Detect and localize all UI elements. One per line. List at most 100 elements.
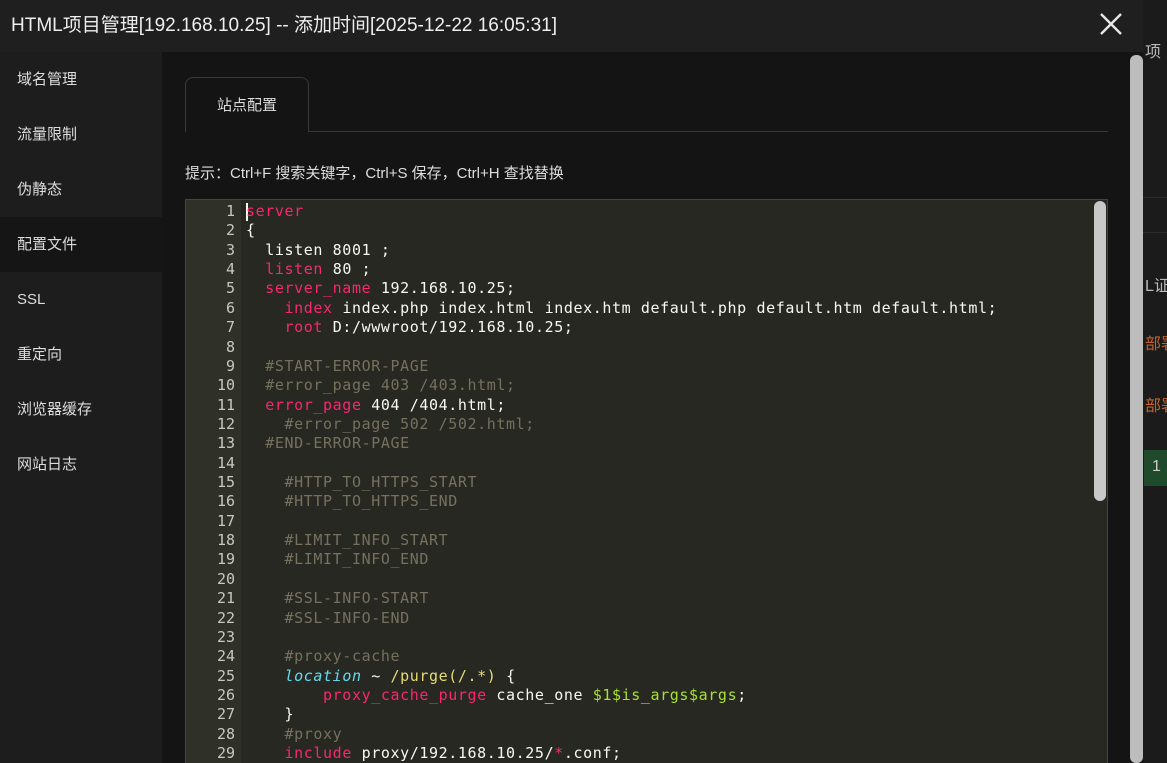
code-token: #SSL-INFO-END	[246, 608, 410, 627]
shortcut-hint: 提示：Ctrl+F 搜索关键字，Ctrl+S 保存，Ctrl+H 查找替换	[185, 165, 564, 182]
code-token: error_page	[265, 395, 362, 414]
sidebar-item-traffic-limit[interactable]: 流量限制	[0, 107, 162, 162]
code-token: root	[284, 318, 324, 337]
line-number: 15	[216, 473, 235, 492]
tab-site-config[interactable]: 站点配置	[185, 77, 309, 132]
background-deploy-link: 部署	[1145, 336, 1167, 353]
code-token: #SSL-INFO-START	[246, 589, 429, 608]
line-number: 7	[225, 318, 235, 337]
modal-scrollbar[interactable]	[1130, 55, 1143, 763]
code-line: proxy_cache_purge cache_one $1$is_args$a…	[246, 686, 747, 704]
line-number: 26	[216, 686, 235, 704]
code-line: include proxy/192.168.10.25/*.conf;	[246, 744, 622, 762]
code-token: #END-ERROR-PAGE	[246, 434, 410, 453]
line-number: 16	[216, 492, 235, 511]
line-number: 12	[216, 414, 235, 433]
code-line: error_page 404 /404.html;	[246, 396, 506, 414]
editor-scrollbar[interactable]	[1094, 201, 1106, 501]
code-token: server	[246, 202, 304, 220]
line-number: 22	[216, 608, 235, 627]
code-token: index	[284, 298, 333, 317]
sidebar-item-browser-cache[interactable]: 浏览器缓存	[0, 382, 162, 437]
code-token: #proxy	[246, 724, 343, 743]
sidebar-item-redirect[interactable]: 重定向	[0, 327, 162, 382]
code-token: ;	[737, 686, 747, 704]
code-line: }	[246, 705, 294, 723]
code-line: server_name 192.168.10.25;	[246, 279, 516, 297]
code-line: {	[246, 221, 256, 239]
divider	[1143, 232, 1167, 233]
code-line: server	[246, 202, 304, 220]
code-token: #error_page 502 /502.html;	[246, 414, 535, 433]
code-token: *	[554, 744, 564, 763]
line-number: 5	[225, 279, 235, 298]
code-token: #HTTP_TO_HTTPS_START	[246, 473, 478, 492]
code-line: #proxy	[246, 725, 342, 743]
line-number: 3	[225, 240, 235, 259]
code-token: listen 8001 ;	[246, 240, 391, 259]
code-token: include	[284, 744, 352, 763]
sidebar: 域名管理 流量限制 伪静态 配置文件 SSL 重定向 浏览器缓存 网站日志	[0, 52, 162, 763]
project-modal: HTML项目管理[192.168.10.25] -- 添加时间[2025-12-…	[0, 0, 1143, 763]
code-token: ~	[361, 666, 391, 685]
line-number: 19	[216, 550, 235, 569]
code-token: {	[246, 221, 256, 240]
line-number: 2	[225, 221, 235, 240]
code-token: #LIMIT_INFO_END	[246, 550, 429, 569]
sidebar-item-config-file[interactable]: 配置文件	[0, 217, 162, 272]
code-line: #END-ERROR-PAGE	[246, 434, 410, 452]
code-token: #HTTP_TO_HTTPS_END	[246, 492, 458, 511]
line-number: 8	[225, 337, 235, 356]
code-token: $1$is_args$args	[592, 686, 738, 704]
line-number: 17	[216, 511, 235, 530]
code-line: #LIMIT_INFO_END	[246, 550, 429, 568]
code-editor[interactable]: 1 2 3 4 5 6 7 8 9 10 11 12 13 14 15 16 17 18 19 20 21 22 23 24 2…	[185, 199, 1108, 763]
background-text: 项	[1145, 44, 1162, 61]
line-number: 21	[216, 589, 235, 608]
sidebar-item-site-logs[interactable]: 网站日志	[0, 437, 162, 492]
background-text: L证	[1145, 278, 1167, 295]
line-number-gutter: 1 2 3 4 5 6 7 8 9 10 11 12 13 14 15 16 17 18 19 20 21 22 23 24 2…	[186, 200, 241, 763]
code-token: #START-ERROR-PAGE	[246, 356, 429, 375]
line-number: 27	[216, 705, 235, 724]
line-number: 20	[216, 569, 235, 588]
code-token: /purge(/.*)	[390, 666, 497, 685]
code-token: 80 ;	[323, 260, 372, 279]
code-token: 404 /404.html;	[361, 395, 507, 414]
code-line: index index.php index.html index.htm def…	[246, 299, 997, 317]
code-line: #HTTP_TO_HTTPS_END	[246, 492, 458, 510]
code-line: #SSL-INFO-START	[246, 589, 429, 607]
tab-divider	[309, 131, 1108, 132]
code-token: {	[496, 666, 516, 685]
code-token: .conf;	[563, 744, 622, 763]
code-line: listen 8001 ;	[246, 241, 390, 259]
code-line: location ~ /purge(/.*) {	[246, 667, 516, 685]
code-token: #LIMIT_INFO_START	[246, 531, 449, 550]
code-line: #error_page 403 /403.html;	[246, 376, 516, 394]
line-number: 6	[225, 298, 235, 317]
code-token: server_name	[265, 279, 372, 298]
code-token: proxy/192.168.10.25/	[351, 744, 555, 763]
code-token: D:/wwwroot/192.168.10.25;	[323, 318, 574, 337]
code-line: root D:/wwwroot/192.168.10.25;	[246, 318, 573, 336]
code-token: proxy_cache_purge	[323, 686, 487, 704]
code-line: #SSL-INFO-END	[246, 609, 410, 627]
sidebar-item-domain[interactable]: 域名管理	[0, 52, 162, 107]
code-token: #proxy-cache	[246, 647, 401, 666]
line-number: 14	[216, 453, 235, 472]
sidebar-item-ssl[interactable]: SSL	[0, 272, 162, 327]
code-line: #proxy-cache	[246, 647, 400, 665]
background-badge: 1	[1144, 450, 1167, 486]
line-number: 4	[225, 260, 235, 279]
sidebar-item-rewrite[interactable]: 伪静态	[0, 162, 162, 217]
code-line: #START-ERROR-PAGE	[246, 357, 429, 375]
close-icon[interactable]	[1097, 10, 1125, 38]
line-number: 25	[216, 666, 235, 685]
code-token: location	[284, 666, 362, 685]
code-line: #error_page 502 /502.html;	[246, 415, 535, 433]
